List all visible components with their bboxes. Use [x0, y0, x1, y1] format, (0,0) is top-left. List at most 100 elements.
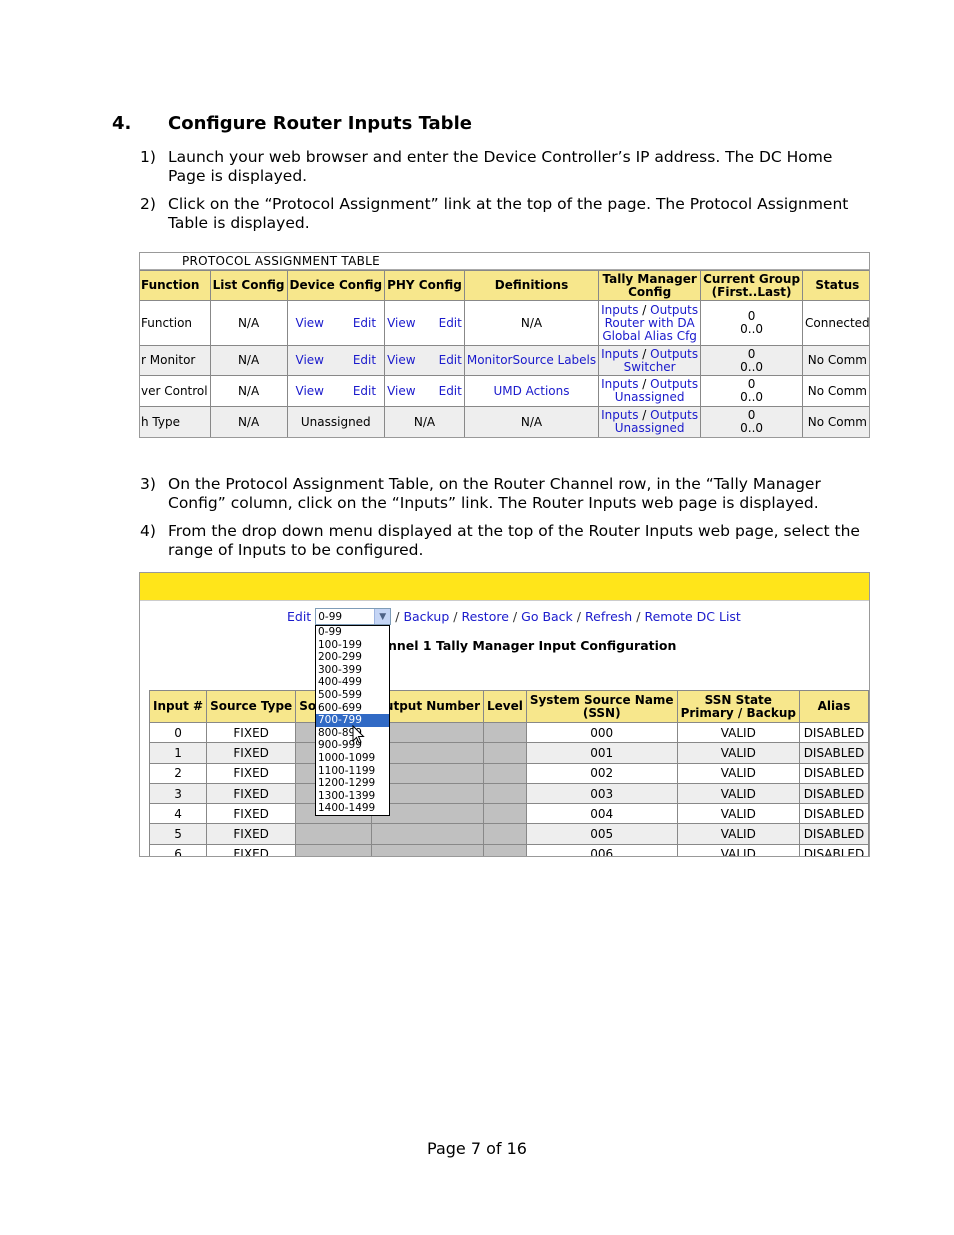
step-3: 3) On the Protocol Assignment Table, on …: [140, 475, 860, 513]
section-heading: 4. Configure Router Inputs Table: [112, 113, 472, 134]
chevron-down-icon[interactable]: ▼: [374, 609, 391, 624]
dropdown-option[interactable]: 1200-1299: [316, 777, 389, 790]
table-row: Function N/A View Edit View Edit N/A Input…: [140, 300, 869, 346]
phy-view-link[interactable]: View: [387, 384, 415, 398]
outputs-link[interactable]: Outputs: [650, 347, 698, 361]
step-number: 3): [140, 475, 156, 493]
dropdown-option[interactable]: 1100-1199: [316, 765, 389, 778]
alias-cell: DISABLED: [798, 843, 869, 856]
dropdown-option[interactable]: 400-499: [316, 676, 389, 689]
mouse-cursor-icon: [352, 725, 365, 744]
inputs-link[interactable]: Inputs: [601, 377, 638, 391]
device-view-link[interactable]: View: [296, 384, 324, 398]
device-edit-link[interactable]: Edit: [353, 384, 376, 398]
dropdown-option[interactable]: 300-399: [316, 664, 389, 677]
device-edit-link[interactable]: Edit: [353, 316, 376, 330]
ssn-state-cell: VALID: [676, 762, 800, 784]
phy-view-link[interactable]: View: [387, 354, 415, 367]
ssn-cell: 002: [525, 762, 678, 784]
phy-view-link[interactable]: View: [387, 316, 415, 330]
list-config-cell: N/A: [209, 375, 288, 407]
source-type-cell: FIXED: [206, 782, 297, 805]
source-labels-link[interactable]: Source Labels: [512, 354, 596, 367]
input-number-cell: 0: [148, 721, 208, 744]
edit-link[interactable]: Edit: [287, 609, 311, 624]
header-device-config: Device Config: [286, 270, 386, 301]
unassigned-link[interactable]: Unassigned: [615, 390, 685, 404]
step-text: Launch your web browser and enter the De…: [168, 148, 833, 185]
ssn-cell: 004: [525, 803, 678, 825]
umd-actions-link[interactable]: UMD Actions: [493, 384, 569, 398]
table-row: 2 FIXED 002 VALID DISABLED: [148, 762, 869, 784]
header-ssn-state: SSN State Primary / Backup: [676, 690, 800, 723]
range-dropdown-list[interactable]: 0-99 100-199 200-299 300-399 400-499 500-599 6…: [315, 625, 390, 816]
global-alias-cfg-link[interactable]: Global Alias Cfg: [602, 329, 697, 343]
list-config-cell: N/A: [209, 345, 288, 376]
go-back-link[interactable]: Go Back: [521, 609, 573, 624]
dropdown-option[interactable]: 0-99: [316, 626, 389, 639]
phy-config-cell: View Edit: [384, 375, 465, 407]
phy-config-cell: View Edit: [384, 345, 465, 376]
header-function: Function: [140, 270, 211, 301]
header-input-number: Input #: [148, 690, 208, 723]
inputs-link[interactable]: Inputs: [601, 408, 638, 422]
status-cell: No Comm: [802, 345, 869, 376]
outputs-link[interactable]: Outputs: [650, 408, 698, 422]
device-config-cell: Unassigned: [286, 406, 386, 437]
device-config-cell: View Edit: [286, 300, 386, 346]
phy-edit-link[interactable]: Edit: [439, 316, 462, 330]
alias-cell: DISABLED: [798, 721, 869, 744]
ssn-state-cell: VALID: [676, 782, 800, 805]
input-number-cell: 1: [148, 742, 208, 764]
dropdown-option[interactable]: 1000-1099: [316, 752, 389, 765]
definitions-cell: N/A: [463, 406, 600, 437]
device-view-link[interactable]: View: [296, 354, 324, 367]
protocol-assignment-table: Function List Config Device Config PHY C…: [140, 270, 869, 437]
switcher-link[interactable]: Switcher: [624, 360, 676, 374]
input-number-cell: 6: [148, 843, 208, 856]
current-group-cell: 0 0..0: [700, 345, 804, 376]
tally-config-cell: Inputs / Outputs Unassigned: [598, 375, 702, 407]
header-row: Input # Source Type Sou Output Number Le…: [148, 690, 869, 723]
outputs-link[interactable]: Outputs: [650, 303, 698, 317]
source-type-cell: FIXED: [206, 843, 297, 856]
dropdown-option[interactable]: 500-599: [316, 689, 389, 702]
input-config-title: nnel 1 Tally Manager Input Configuration: [388, 638, 677, 653]
source-cell: [295, 823, 372, 845]
outputs-link[interactable]: Outputs: [650, 377, 698, 391]
inputs-link[interactable]: Inputs: [601, 303, 638, 317]
unassigned-link[interactable]: Unassigned: [615, 421, 685, 435]
input-number-cell: 4: [148, 803, 208, 825]
table-row: 0 FIXED 000 VALID DISABLED: [148, 721, 869, 744]
router-with-da-link[interactable]: Router with DA: [605, 316, 695, 330]
inputs-link[interactable]: Inputs: [601, 347, 638, 361]
device-view-link[interactable]: View: [296, 316, 324, 330]
source-type-cell: FIXED: [206, 823, 297, 845]
alias-cell: DISABLED: [798, 742, 869, 764]
header-status: Status: [802, 270, 869, 301]
protocol-assignment-table-screenshot: PROTOCOL ASSIGNMENT TABLE Function List …: [139, 252, 870, 438]
range-select[interactable]: 0-99 ▼: [315, 608, 392, 625]
range-select-value: 0-99: [318, 610, 343, 623]
device-edit-link[interactable]: Edit: [353, 354, 376, 367]
dropdown-option[interactable]: 200-299: [316, 651, 389, 664]
restore-link[interactable]: Restore: [461, 609, 508, 624]
table-row: 6 FIXED 006 VALID DISABLED: [148, 843, 869, 856]
phy-edit-link[interactable]: Edit: [439, 384, 462, 398]
refresh-link[interactable]: Refresh: [585, 609, 632, 624]
dropdown-option[interactable]: 1400-1499: [316, 802, 389, 815]
dropdown-option[interactable]: 1300-1399: [316, 790, 389, 803]
monitor-link[interactable]: Monitor: [467, 354, 513, 367]
status-cell: Connected: [802, 300, 869, 346]
backup-link[interactable]: Backup: [403, 609, 449, 624]
function-cell: h Type: [140, 406, 211, 437]
dropdown-option[interactable]: 100-199: [316, 639, 389, 652]
tally-config-cell: Inputs / Outputs Unassigned: [598, 406, 702, 437]
step-4: 4) From the drop down menu displayed at …: [140, 522, 860, 560]
dropdown-option[interactable]: 600-699: [316, 702, 389, 715]
router-inputs-table: Input # Source Type Sou Output Number Le…: [148, 690, 869, 856]
remote-dc-list-link[interactable]: Remote DC List: [644, 609, 740, 624]
table-row: 4 FIXED 004 VALID DISABLED: [148, 803, 869, 825]
phy-edit-link[interactable]: Edit: [439, 354, 462, 367]
table-row: ver Control N/A View Edit View Edit UMD Ac…: [140, 375, 869, 407]
